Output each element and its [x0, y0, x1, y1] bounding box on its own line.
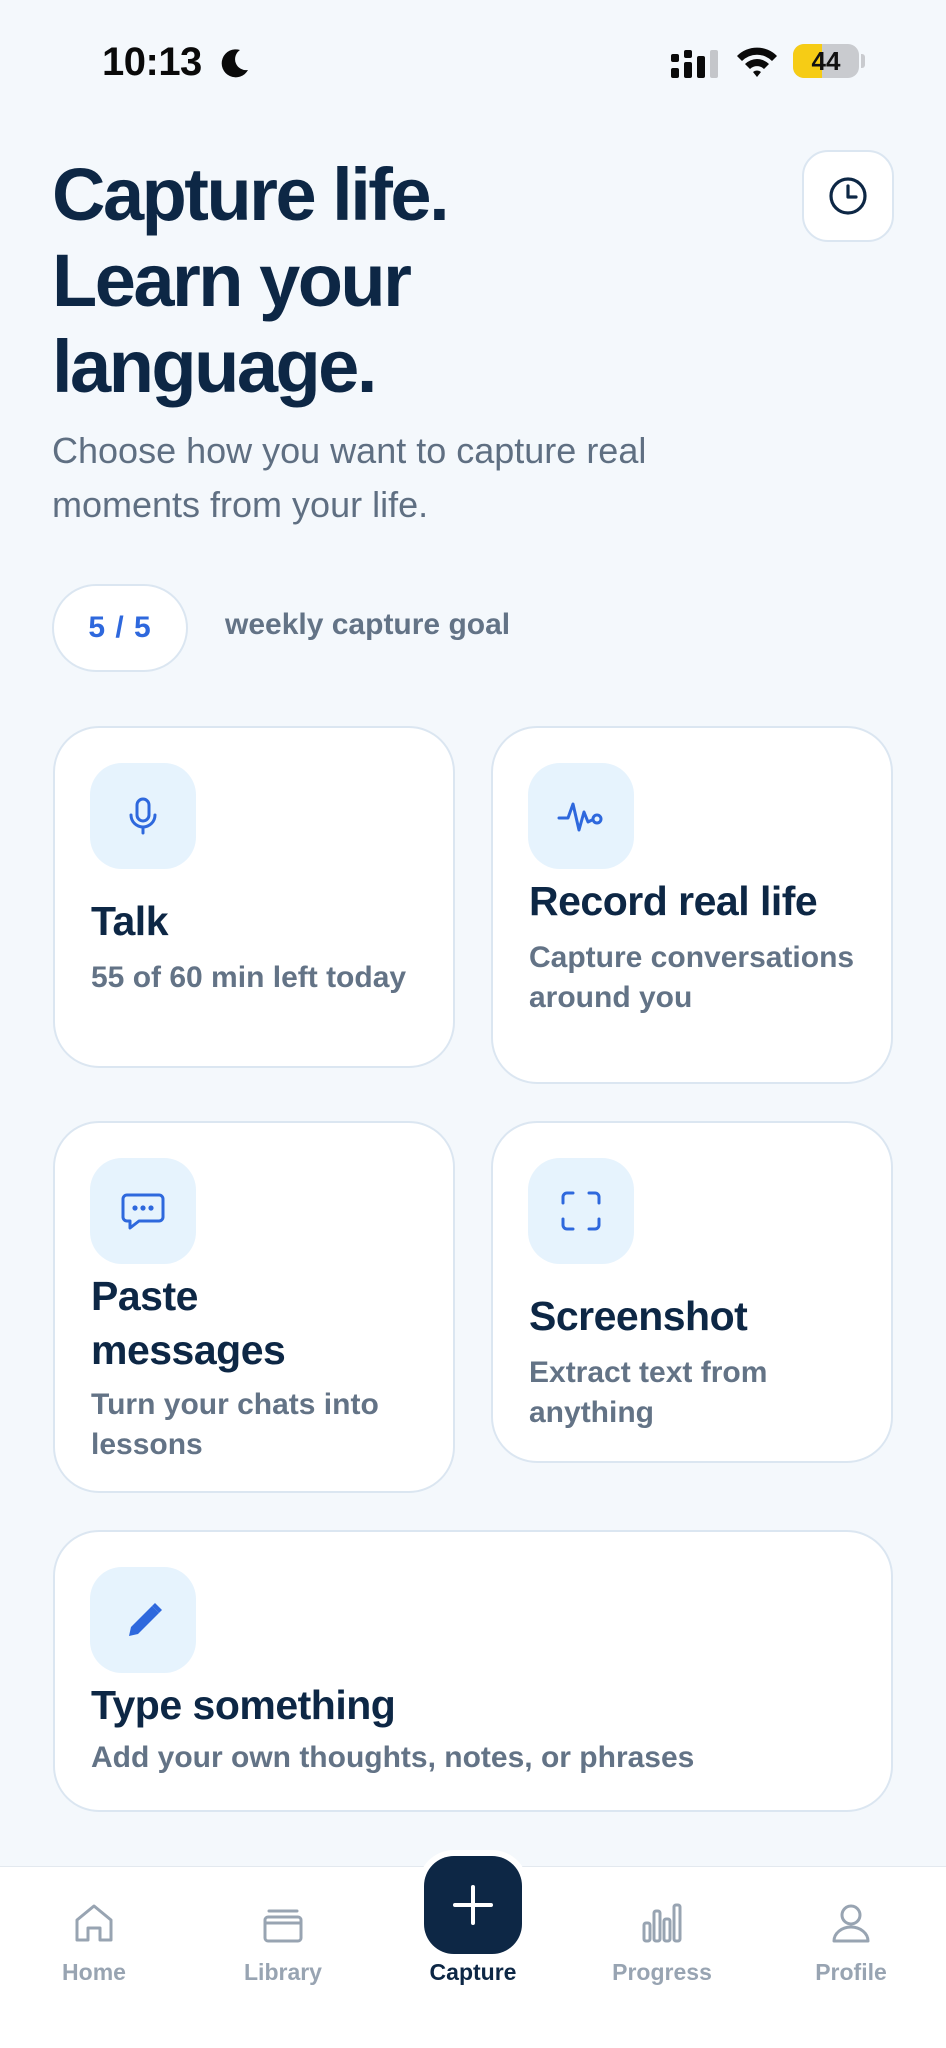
weekly-goal-badge: 5 / 5 [52, 584, 188, 672]
library-icon [263, 1909, 303, 1943]
scan-frame-icon [561, 1191, 601, 1231]
talk-title: Talk [91, 898, 169, 944]
waveform-icon [557, 802, 603, 832]
home-icon [75, 1904, 113, 1942]
capture-button[interactable] [424, 1856, 522, 1954]
screenshot-icon-tile [528, 1158, 634, 1264]
clock-icon [829, 177, 867, 215]
headline-line-1: Capture life. [52, 153, 450, 236]
paste-icon-tile [90, 1158, 196, 1264]
weekly-goal-label: weekly capture goal [225, 608, 511, 641]
nav-label-library: Library [244, 1959, 322, 1985]
talk-card[interactable]: Talk 55 of 60 min left today [53, 726, 455, 1068]
nav-item-library[interactable]: Library [193, 1867, 373, 1997]
chat-bubble-icon [121, 1193, 165, 1230]
status-time: 10:13 [102, 40, 202, 84]
nav-item-progress[interactable]: Progress [572, 1867, 752, 1997]
paste-messages-card[interactable]: Paste messages Turn your chats into less… [53, 1121, 455, 1493]
history-button[interactable] [802, 150, 894, 242]
bar-chart-icon [642, 1903, 682, 1943]
battery-level: 44 [811, 46, 841, 76]
wifi-icon [737, 47, 777, 77]
record-title: Record real life [529, 878, 818, 924]
nav-label-home: Home [62, 1959, 126, 1985]
nav-item-profile[interactable]: Profile [761, 1867, 941, 1997]
page-title: Capture life. Learn your language. [52, 152, 772, 410]
nav-label-capture: Capture [429, 1959, 517, 1985]
talk-icon-tile [90, 763, 196, 869]
headline-line-3: language. [52, 325, 377, 408]
headline-line-2: Learn your [52, 239, 412, 322]
status-bar: 10:13 44 [0, 0, 946, 120]
nav-item-home[interactable]: Home [4, 1867, 184, 1997]
record-real-life-card[interactable]: Record real life Capture conversations a… [491, 726, 893, 1084]
moon-icon [221, 49, 248, 78]
screenshot-card[interactable]: Screenshot Extract text from anything [491, 1121, 893, 1463]
microphone-icon [129, 797, 157, 835]
type-title: Type something [91, 1682, 396, 1728]
nav-label-progress: Progress [612, 1959, 712, 1985]
record-icon-tile [528, 763, 634, 869]
screenshot-description: Extract text from anything [529, 1356, 768, 1429]
paste-description: Turn your chats into lessons [91, 1388, 379, 1461]
capture-screen: 10:13 44 Capture life. Learn your langua… [0, 0, 946, 2048]
type-description: Add your own thoughts, notes, or phrases [91, 1741, 695, 1774]
person-icon [832, 1904, 870, 1943]
screenshot-title: Screenshot [529, 1293, 748, 1339]
battery-indicator: 44 [793, 44, 859, 78]
type-icon-tile [90, 1567, 196, 1673]
pencil-icon [129, 1603, 162, 1636]
cellular-signal-icon [671, 50, 718, 78]
battery-cap [861, 54, 865, 68]
nav-label-profile: Profile [815, 1959, 887, 1985]
record-description: Capture conversations around you [529, 941, 855, 1014]
type-something-card[interactable]: Type something Add your own thoughts, no… [53, 1530, 893, 1812]
paste-title: Paste messages [91, 1273, 286, 1373]
talk-description: 55 of 60 min left today [91, 961, 407, 994]
plus-icon [453, 1885, 493, 1925]
page-subtitle: Choose how you want to capture real mome… [52, 430, 647, 525]
